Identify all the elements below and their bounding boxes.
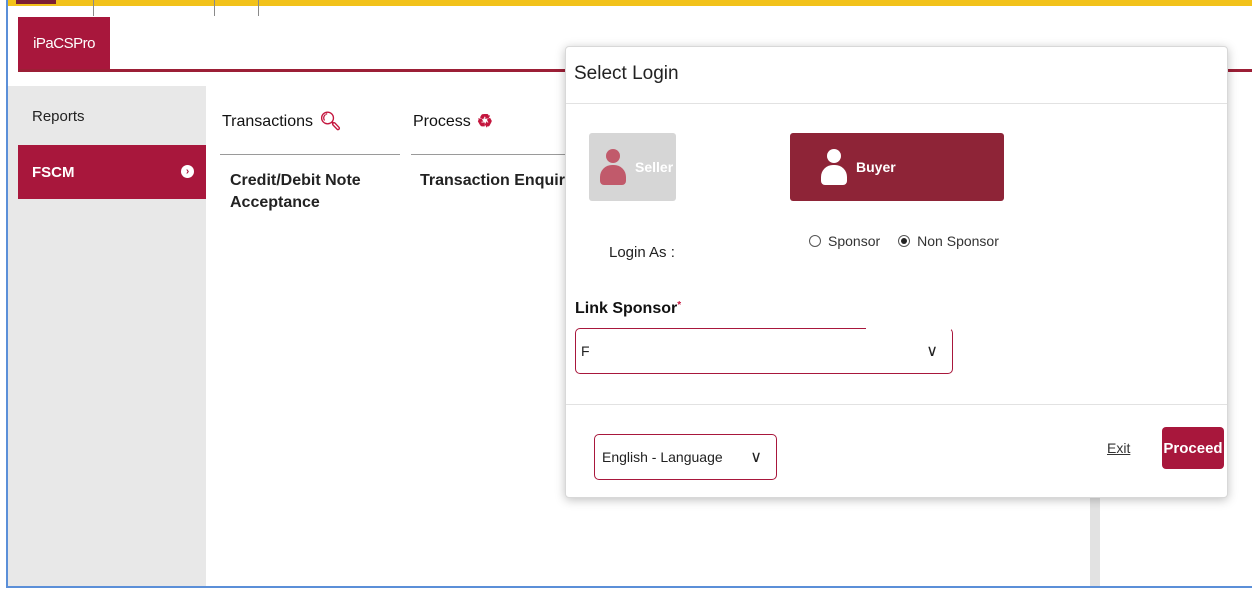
field-label: Link Sponsor [575, 300, 678, 317]
select-value: English - Language [602, 449, 723, 465]
menu-link-line: Acceptance [230, 194, 320, 211]
select-value: F [581, 343, 590, 359]
link-sponsor-label: Link Sponsor* [575, 300, 681, 318]
menu-link-line: Credit/Debit Note [230, 172, 361, 189]
required-marker: * [677, 300, 682, 311]
sidebar-item-fscm[interactable]: FSCM › [18, 145, 206, 199]
exit-link[interactable]: Exit [1107, 440, 1130, 456]
menu-heading-process: Process ♻ [413, 111, 493, 132]
user-icon [820, 149, 848, 185]
top-bar-divider [93, 0, 94, 16]
select-login-dialog: Select Login Seller Buyer Login As : Spo… [565, 46, 1228, 498]
radio-label: Sponsor [828, 233, 881, 249]
chevron-right-icon: › [181, 165, 194, 178]
login-as-radio-group: Sponsor Non Sponsor [809, 233, 1017, 249]
menu-divider [220, 154, 400, 155]
menu-heading-label: Transactions [222, 112, 313, 130]
sidebar-item-label: Reports [32, 107, 85, 125]
link-sponsor-select[interactable]: F ∨ [575, 327, 953, 374]
proceed-button[interactable]: Proceed [1162, 427, 1224, 469]
recycle-icon: ♻ [476, 111, 493, 131]
user-icon [599, 149, 627, 185]
search-key-icon: 🔍︎ [319, 111, 342, 131]
menu-link-line: Transaction Enquiry [420, 172, 574, 189]
menu-heading-label: Process [413, 112, 471, 130]
radio-label: Non Sponsor [917, 233, 999, 249]
language-select[interactable]: English - Language ∨ [594, 434, 777, 480]
chevron-down-icon: ∨ [750, 449, 762, 466]
tab-ipacspro[interactable]: iPaCSPro [18, 17, 110, 69]
dialog-title: Select Login [574, 63, 679, 84]
sidebar-item-reports[interactable]: Reports [18, 89, 206, 143]
dialog-divider [566, 404, 1227, 405]
sponsor-radio[interactable] [809, 235, 821, 247]
menu-link-transaction-enquiry[interactable]: Transaction Enquiry [420, 170, 574, 192]
login-as-label: Login As : [609, 244, 675, 261]
non-sponsor-radio[interactable] [898, 235, 911, 247]
sidebar-item-label: FSCM [32, 163, 75, 181]
top-bar [8, 0, 1252, 16]
seller-role-button[interactable]: Seller [589, 133, 676, 201]
top-bar-divider [214, 0, 215, 16]
role-label: Buyer [856, 159, 896, 175]
top-bar-accent [16, 0, 56, 4]
menu-heading-transactions: Transactions 🔍︎ [222, 111, 342, 132]
role-label: Seller [635, 159, 674, 175]
menu-link-credit-debit-note-acceptance[interactable]: Credit/Debit Note Acceptance [230, 170, 361, 214]
menu-divider [411, 154, 571, 155]
chevron-down-icon: ∨ [926, 343, 938, 360]
top-bar-divider [258, 0, 259, 16]
buyer-role-button[interactable]: Buyer [790, 133, 1004, 201]
dialog-divider [566, 103, 1227, 104]
